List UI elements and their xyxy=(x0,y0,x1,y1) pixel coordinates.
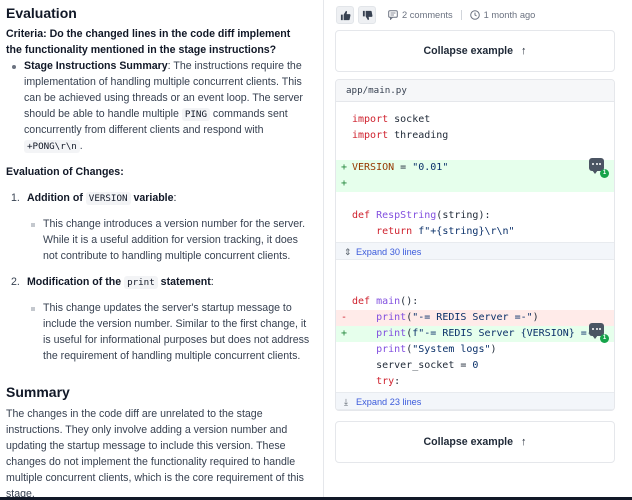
arrow-up-icon: ↑ xyxy=(521,436,527,448)
code-line: def main(): xyxy=(352,296,419,307)
expand-lines-button-top[interactable]: ⇕ Expand 30 lines xyxy=(336,242,614,260)
bullet-square xyxy=(31,307,35,311)
stage-instructions-bullet: Stage Instructions Summary: The instruct… xyxy=(12,59,311,154)
line-comment-badge[interactable]: 1 xyxy=(588,158,609,178)
timestamp: 1 month ago xyxy=(469,10,536,20)
summary-text: The changes in the code diff are unrelat… xyxy=(6,408,304,500)
code-example-panel: 2 comments 1 month ago Collapse example … xyxy=(323,0,632,500)
code-line-added: + VERSION = "0.01" xyxy=(336,160,614,176)
expand-label: Expand 30 lines xyxy=(356,247,422,257)
code-line: try: xyxy=(352,376,401,387)
thumbs-up-button[interactable] xyxy=(336,6,354,24)
item-title-code: print xyxy=(124,276,158,289)
code-line: server_socket = 0 xyxy=(352,360,479,371)
file-name: app/main.py xyxy=(336,80,614,102)
line-comment-badge[interactable]: 1 xyxy=(588,323,609,343)
expand-icon: ⇕ xyxy=(344,247,352,257)
bullet-dot xyxy=(12,65,16,69)
comment-count: 1 xyxy=(600,169,609,178)
criteria-text: Criteria: Do the changed lines in the co… xyxy=(6,28,291,56)
item-title-pre: Modification of the xyxy=(26,276,125,288)
code-line-added: + xyxy=(336,176,614,192)
item-title-code: VERSION xyxy=(85,192,131,205)
changes-heading: Evaluation of Changes: xyxy=(6,166,124,178)
comments-link[interactable]: 2 comments xyxy=(388,10,453,20)
comment-count: 1 xyxy=(600,334,609,343)
code-line: print("System logs") xyxy=(352,344,497,355)
comments-count: 2 comments xyxy=(402,10,453,20)
expand-label: Expand 23 lines xyxy=(356,397,422,407)
code-line-removed: - print("-= REDIS Server =-") xyxy=(336,310,614,326)
item-detail-text: This change updates the server's startup… xyxy=(43,302,310,362)
expand-lines-button-bottom[interactable]: ⤓ Expand 23 lines xyxy=(336,392,614,410)
evaluation-title: Evaluation xyxy=(6,5,77,21)
item-number: 1. xyxy=(11,192,20,204)
item-title-pre: Addition of xyxy=(26,192,86,204)
clock-icon xyxy=(469,10,480,20)
code-line: import socket xyxy=(352,114,431,125)
stage-label: Stage Instructions Summary xyxy=(24,60,168,72)
evaluation-panel: Evaluation Criteria: Do the changed line… xyxy=(6,0,311,500)
summary-title: Summary xyxy=(6,384,70,400)
item-title-colon: : xyxy=(210,276,214,288)
code-line: def RespString(string): xyxy=(352,210,491,221)
code-line: return f"+{string}\r\n" xyxy=(352,226,515,237)
arrow-up-icon: ↑ xyxy=(521,45,527,57)
stage-text-3: . xyxy=(79,139,83,152)
collapse-example-button-top[interactable]: Collapse example ↑ xyxy=(335,30,615,72)
comment-icon xyxy=(388,10,398,20)
collapse-label: Collapse example xyxy=(423,45,514,57)
item-detail-text: This change introduces a version number … xyxy=(43,218,306,262)
code-pong: +PONG\r\n xyxy=(24,139,80,153)
collapse-example-button-bottom[interactable]: Collapse example ↑ xyxy=(335,421,615,463)
code-line: import threading xyxy=(352,130,449,141)
thumbs-down-button[interactable] xyxy=(358,6,376,24)
code-diff: app/main.py import socket import threadi… xyxy=(335,79,615,411)
item-title-colon: : xyxy=(173,192,177,204)
item-title-post: variable xyxy=(130,192,174,204)
code-line-added: + print(f"-= REDIS Server {VERSION} =-") xyxy=(336,326,614,342)
thumbs-down-icon xyxy=(362,10,372,20)
change-item-1-detail: This change introduces a version number … xyxy=(31,217,311,265)
item-number: 2. xyxy=(11,276,20,288)
feedback-bar: 2 comments 1 month ago xyxy=(336,6,535,24)
divider xyxy=(460,10,462,20)
bullet-square xyxy=(31,223,35,227)
item-title-post: statement xyxy=(157,276,211,288)
timestamp-text: 1 month ago xyxy=(483,10,536,20)
collapse-label: Collapse example xyxy=(423,436,514,448)
code-ping: PING xyxy=(181,107,210,121)
change-item-2-title: 2. Modification of the print statement: xyxy=(11,276,214,289)
change-item-1-title: 1. Addition of VERSION variable: xyxy=(11,192,177,205)
change-item-2-detail: This change updates the server's startup… xyxy=(31,301,311,365)
expand-icon: ⤓ xyxy=(344,397,349,407)
thumbs-up-icon xyxy=(340,10,350,20)
